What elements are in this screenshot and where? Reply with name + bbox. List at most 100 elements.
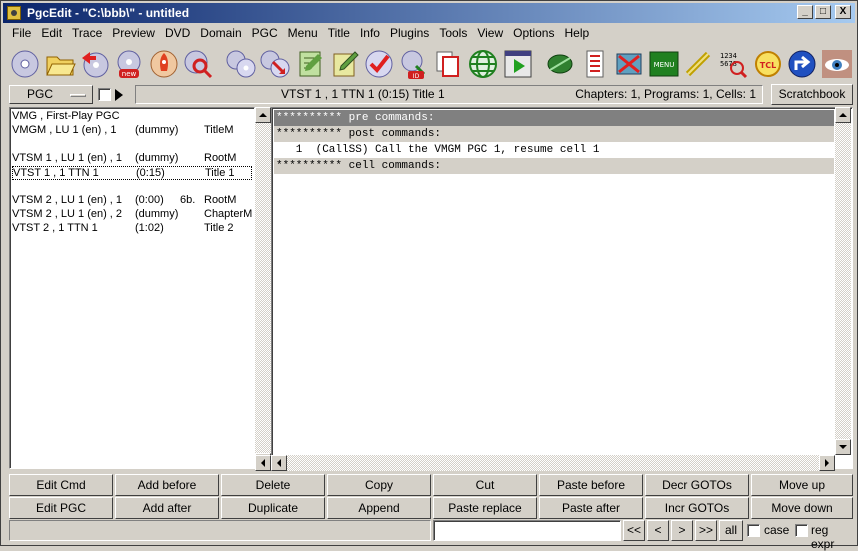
close-button[interactable]: X <box>835 5 851 19</box>
main-window: PgcEdit - "C:\bbb\" - untitled _ □ X Fil… <box>0 0 858 551</box>
chain-icon[interactable] <box>682 47 715 81</box>
find-all-button[interactable]: all <box>719 520 743 541</box>
pgc-list-row-selected[interactable]: VTST 1 , 1 TTN 1 (0:15) Title 1 <box>12 166 252 180</box>
move-down-button[interactable]: Move down <box>751 497 853 519</box>
menu-tools[interactable]: Tools <box>434 26 472 40</box>
delete-button[interactable]: Delete <box>221 474 325 496</box>
find-input[interactable] <box>433 520 621 541</box>
decr-gotos-button[interactable]: Decr GOTOs <box>645 474 749 496</box>
scroll-up-button[interactable] <box>835 107 851 123</box>
menu-icon[interactable]: MENU <box>647 47 680 81</box>
navigation-icon[interactable] <box>786 47 819 81</box>
menu-menu[interactable]: Menu <box>283 26 323 40</box>
scroll-left-button[interactable] <box>255 455 271 471</box>
disc-id-icon[interactable]: ID <box>397 47 430 81</box>
add-after-button[interactable]: Add after <box>115 497 219 519</box>
command-line[interactable]: 1 (CallSS) Call the VMGM PGC 1, resume c… <box>274 142 834 158</box>
status-message <box>9 520 431 541</box>
paste-before-button[interactable]: Paste before <box>539 474 643 496</box>
pgc-list-row[interactable]: VMG , First-Play PGC <box>12 110 252 124</box>
command-line-post[interactable]: ********** post commands: <box>274 126 834 142</box>
pgc-list-row[interactable]: VTSM 2 , LU 1 (en) , 1 (0:00) 6b. RootM <box>12 194 252 208</box>
copy-pages-icon[interactable] <box>432 47 465 81</box>
scroll-left-button[interactable] <box>271 455 287 471</box>
checklist-icon[interactable] <box>578 47 611 81</box>
pgc-list-row[interactable]: VMGM , LU 1 (en) , 1 (dummy) TitleM <box>12 124 252 138</box>
disc-search-icon[interactable] <box>182 47 215 81</box>
minimize-button[interactable]: _ <box>797 5 813 19</box>
pgc-list-scrollbar[interactable] <box>255 107 271 469</box>
menu-title[interactable]: Title <box>323 26 355 40</box>
find-next-button[interactable]: > <box>671 520 693 541</box>
scroll-right-button[interactable] <box>819 455 835 471</box>
disc-check-icon[interactable] <box>363 47 396 81</box>
cut-button[interactable]: Cut <box>433 474 537 496</box>
disc-back-icon[interactable] <box>78 47 111 81</box>
menu-view[interactable]: View <box>472 26 508 40</box>
film-cross-icon[interactable] <box>613 47 646 81</box>
note-icon[interactable] <box>294 47 327 81</box>
command-line-cell[interactable]: ********** cell commands: <box>274 158 834 174</box>
disc-new-icon[interactable]: new <box>113 47 146 81</box>
numbers-search-icon[interactable]: 1234 5678 <box>717 47 750 81</box>
menu-bar: File Edit Trace Preview DVD Domain PGC M… <box>3 24 855 42</box>
commands-hscrollbar[interactable] <box>271 455 835 471</box>
find-first-button[interactable]: << <box>623 520 645 541</box>
pgc-list-row[interactable]: VTSM 2 , LU 1 (en) , 2 (dummy) ChapterM <box>12 208 252 222</box>
edit-cmd-button[interactable]: Edit Cmd <box>9 474 113 496</box>
svg-text:new: new <box>122 70 137 78</box>
globe-icon[interactable] <box>467 47 500 81</box>
tcl-icon[interactable]: TCL <box>751 47 784 81</box>
scroll-down-button[interactable] <box>835 439 851 455</box>
menu-trace[interactable]: Trace <box>67 26 107 40</box>
command-buttons-row-2: Edit PGC Add after Duplicate Append Past… <box>9 497 853 519</box>
move-up-button[interactable]: Move up <box>751 474 853 496</box>
append-button[interactable]: Append <box>327 497 431 519</box>
duplicate-button[interactable]: Duplicate <box>221 497 325 519</box>
regexpr-label: reg expr <box>811 523 835 551</box>
folder-open-icon[interactable] <box>44 47 77 81</box>
menu-options[interactable]: Options <box>508 26 559 40</box>
menu-pgc[interactable]: PGC <box>247 26 283 40</box>
note-pencil-icon[interactable] <box>328 47 361 81</box>
scratchbook-button[interactable]: Scratchbook <box>771 84 853 105</box>
pgc-list-row[interactable]: VTSM 1 , LU 1 (en) , 1 (dummy) RootM <box>12 152 252 166</box>
commands-panel: ********** pre commands: ********** post… <box>271 107 853 469</box>
play-arrow-icon[interactable] <box>115 89 123 101</box>
play-grid-icon[interactable] <box>501 47 534 81</box>
case-checkbox[interactable] <box>747 524 760 537</box>
paste-after-button[interactable]: Paste after <box>539 497 643 519</box>
command-line-pre[interactable]: ********** pre commands: <box>274 110 834 126</box>
menu-preview[interactable]: Preview <box>107 26 160 40</box>
regexpr-checkbox[interactable] <box>795 524 808 537</box>
pgc-menu-button[interactable]: PGC <box>9 85 93 104</box>
scroll-up-button[interactable] <box>255 107 271 123</box>
menu-edit[interactable]: Edit <box>36 26 67 40</box>
left-hscrollbar[interactable] <box>255 455 271 471</box>
find-prev-button[interactable]: < <box>647 520 669 541</box>
menu-domain[interactable]: Domain <box>195 26 246 40</box>
add-before-button[interactable]: Add before <box>115 474 219 496</box>
pgc-checkbox[interactable] <box>98 88 111 101</box>
menu-plugins[interactable]: Plugins <box>385 26 434 40</box>
disc-open-icon[interactable] <box>9 47 42 81</box>
menu-help[interactable]: Help <box>559 26 594 40</box>
find-last-button[interactable]: >> <box>695 520 717 541</box>
commands-vscrollbar[interactable] <box>835 107 851 455</box>
eye-icon[interactable] <box>821 47 854 81</box>
discs-icon[interactable] <box>224 47 257 81</box>
leaf-icon[interactable] <box>544 47 577 81</box>
incr-gotos-button[interactable]: Incr GOTOs <box>645 497 749 519</box>
pgc-list-panel: VMG , First-Play PGC VMGM , LU 1 (en) , … <box>9 107 255 469</box>
rocket-icon[interactable] <box>147 47 180 81</box>
menu-info[interactable]: Info <box>355 26 385 40</box>
paste-replace-button[interactable]: Paste replace <box>433 497 537 519</box>
discs-arrow-icon[interactable] <box>259 47 292 81</box>
menu-file[interactable]: File <box>7 26 36 40</box>
pgc-list-row[interactable]: VTST 2 , 1 TTN 1 (1:02) Title 2 <box>12 222 252 236</box>
maximize-button[interactable]: □ <box>815 5 831 19</box>
edit-pgc-button[interactable]: Edit PGC <box>9 497 113 519</box>
menu-dvd[interactable]: DVD <box>160 26 195 40</box>
copy-button[interactable]: Copy <box>327 474 431 496</box>
toolbar: new ID MENU 1234 5678 TCL <box>9 45 853 83</box>
